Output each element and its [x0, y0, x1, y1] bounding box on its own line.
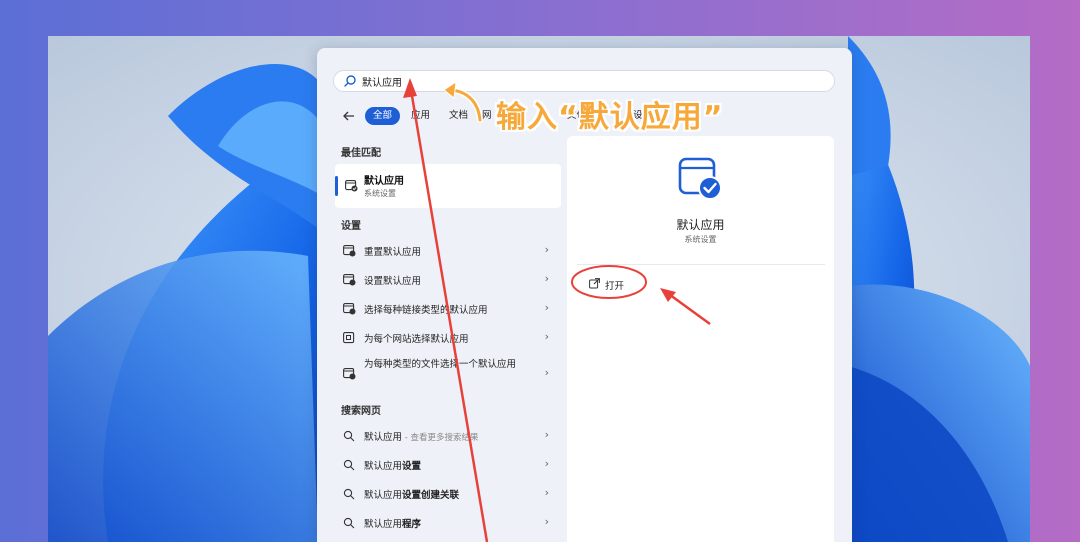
best-match-heading: 最佳匹配: [341, 148, 381, 159]
settings-item[interactable]: 选择每种链接类型的默认应用 ›: [335, 295, 561, 323]
filter-chip-web[interactable]: 网: [476, 107, 498, 125]
web-result-label: 默认应用设置: [364, 461, 422, 472]
annotation-text: 输入“默认应用”: [496, 100, 724, 135]
settings-item-label: 为每种类型的文件选择一个默认应用: [364, 359, 517, 370]
web-result-item[interactable]: 默认应用设置创建关联 ›: [335, 480, 561, 508]
screenshot-frame: 全部 应用 文档 网 文件夹 设 最佳匹配 默认应用 系统设置 设置: [0, 0, 1080, 542]
open-button[interactable]: 打开: [581, 272, 661, 296]
chevron-right-icon: ›: [544, 366, 549, 379]
default-apps-icon: [343, 368, 356, 380]
filter-chip-documents[interactable]: 文档: [443, 107, 474, 125]
settings-item[interactable]: 为每个网站选择默认应用 ›: [335, 324, 561, 352]
settings-item-label: 设置默认应用: [364, 276, 422, 287]
open-external-icon: [589, 278, 600, 289]
search-icon: [343, 459, 355, 471]
chevron-right-icon: ›: [544, 515, 549, 528]
web-search-heading: 搜索网页: [341, 406, 381, 417]
web-result-label: 默认应用设置创建关联: [364, 490, 460, 501]
chevron-right-icon: ›: [544, 330, 549, 343]
search-icon: [343, 430, 355, 442]
web-result-item[interactable]: 默认应用程序 ›: [335, 509, 561, 537]
detail-subtitle: 系统设置: [684, 235, 717, 244]
open-button-label: 打开: [605, 281, 625, 292]
website-apps-icon: [343, 332, 355, 344]
web-result-label: 默认应用 - 查看更多搜索结果: [364, 432, 479, 443]
chevron-right-icon: ›: [544, 272, 549, 285]
selection-indicator: [335, 176, 338, 196]
search-box[interactable]: [333, 70, 835, 92]
default-apps-icon: [343, 303, 356, 315]
settings-item[interactable]: 设置默认应用 ›: [335, 266, 561, 294]
chevron-right-icon: ›: [544, 457, 549, 470]
best-match-title: 默认应用: [364, 176, 404, 187]
filter-chip-all[interactable]: 全部: [365, 107, 401, 125]
settings-item-label: 重置默认应用: [364, 247, 422, 258]
back-arrow-icon[interactable]: [341, 108, 357, 124]
chevron-right-icon: ›: [544, 243, 549, 256]
default-apps-icon: [343, 245, 356, 257]
detail-title: 默认应用: [676, 218, 725, 232]
chevron-right-icon: ›: [544, 486, 549, 499]
search-icon: [344, 75, 356, 87]
search-icon: [343, 488, 355, 500]
settings-item-label: 选择每种链接类型的默认应用: [364, 305, 488, 316]
divider: [577, 264, 825, 265]
best-match-item[interactable]: 默认应用 系统设置: [335, 164, 561, 208]
default-apps-icon: [343, 274, 356, 286]
detail-pane: 默认应用 系统设置 打开: [567, 136, 834, 542]
search-input[interactable]: [362, 72, 802, 90]
default-apps-large-icon: [678, 157, 722, 200]
settings-item[interactable]: 重置默认应用 ›: [335, 237, 561, 265]
default-apps-icon: [345, 180, 358, 192]
settings-item[interactable]: 为每种类型的文件选择一个默认应用 ›: [335, 356, 561, 390]
settings-heading: 设置: [341, 221, 361, 232]
filter-chip-apps[interactable]: 应用: [405, 107, 436, 125]
web-result-item[interactable]: 默认应用设置 ›: [335, 451, 561, 479]
web-result-item[interactable]: 默认应用 - 查看更多搜索结果 ›: [335, 422, 561, 450]
chevron-right-icon: ›: [544, 428, 549, 441]
web-result-label: 默认应用程序: [364, 519, 422, 530]
settings-item-label: 为每个网站选择默认应用: [364, 334, 469, 345]
best-match-subtitle: 系统设置: [364, 189, 396, 198]
chevron-right-icon: ›: [544, 301, 549, 314]
search-icon: [343, 517, 355, 529]
